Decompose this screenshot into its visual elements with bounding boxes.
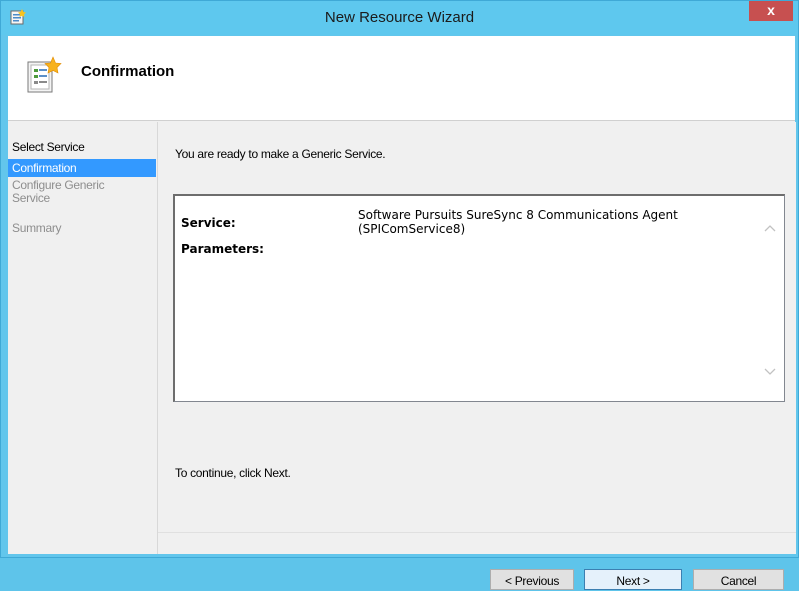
cancel-button[interactable]: Cancel bbox=[693, 569, 784, 590]
wizard-header: Confirmation bbox=[8, 36, 795, 121]
wizard-page-icon bbox=[26, 56, 62, 96]
close-icon: x bbox=[767, 2, 775, 18]
service-value: Software Pursuits SureSync 8 Communicati… bbox=[358, 208, 678, 236]
previous-button[interactable]: < Previous bbox=[490, 569, 574, 590]
footer-divider bbox=[158, 532, 796, 533]
confirmation-summary-box[interactable]: Service: Software Pursuits SureSync 8 Co… bbox=[173, 194, 785, 402]
wizard-steps: Select Service Confirmation Configure Ge… bbox=[8, 122, 157, 554]
step-confirmation[interactable]: Confirmation bbox=[8, 159, 156, 177]
page-title: Confirmation bbox=[81, 63, 175, 80]
step-select-service[interactable]: Select Service bbox=[8, 141, 156, 154]
wizard-content: You are ready to make a Generic Service.… bbox=[157, 122, 796, 590]
scroll-down-icon[interactable] bbox=[764, 366, 776, 376]
client-area: Confirmation Select Service Confirmation… bbox=[8, 36, 796, 590]
title-bar[interactable]: New Resource Wizard x bbox=[1, 1, 798, 35]
scroll-up-icon[interactable] bbox=[764, 222, 776, 232]
intro-text: You are ready to make a Generic Service. bbox=[175, 147, 386, 161]
continue-hint: To continue, click Next. bbox=[175, 466, 291, 480]
window-title: New Resource Wizard bbox=[324, 9, 475, 26]
next-button[interactable]: Next > bbox=[584, 569, 682, 590]
close-button[interactable]: x bbox=[749, 1, 793, 21]
parameters-label: Parameters: bbox=[181, 242, 264, 256]
step-summary: Summary bbox=[12, 221, 62, 235]
step-configure-generic-service: Configure Generic Service bbox=[12, 178, 105, 205]
service-label: Service: bbox=[181, 216, 236, 230]
wizard-window: New Resource Wizard x Confirmation Selec… bbox=[0, 0, 799, 590]
